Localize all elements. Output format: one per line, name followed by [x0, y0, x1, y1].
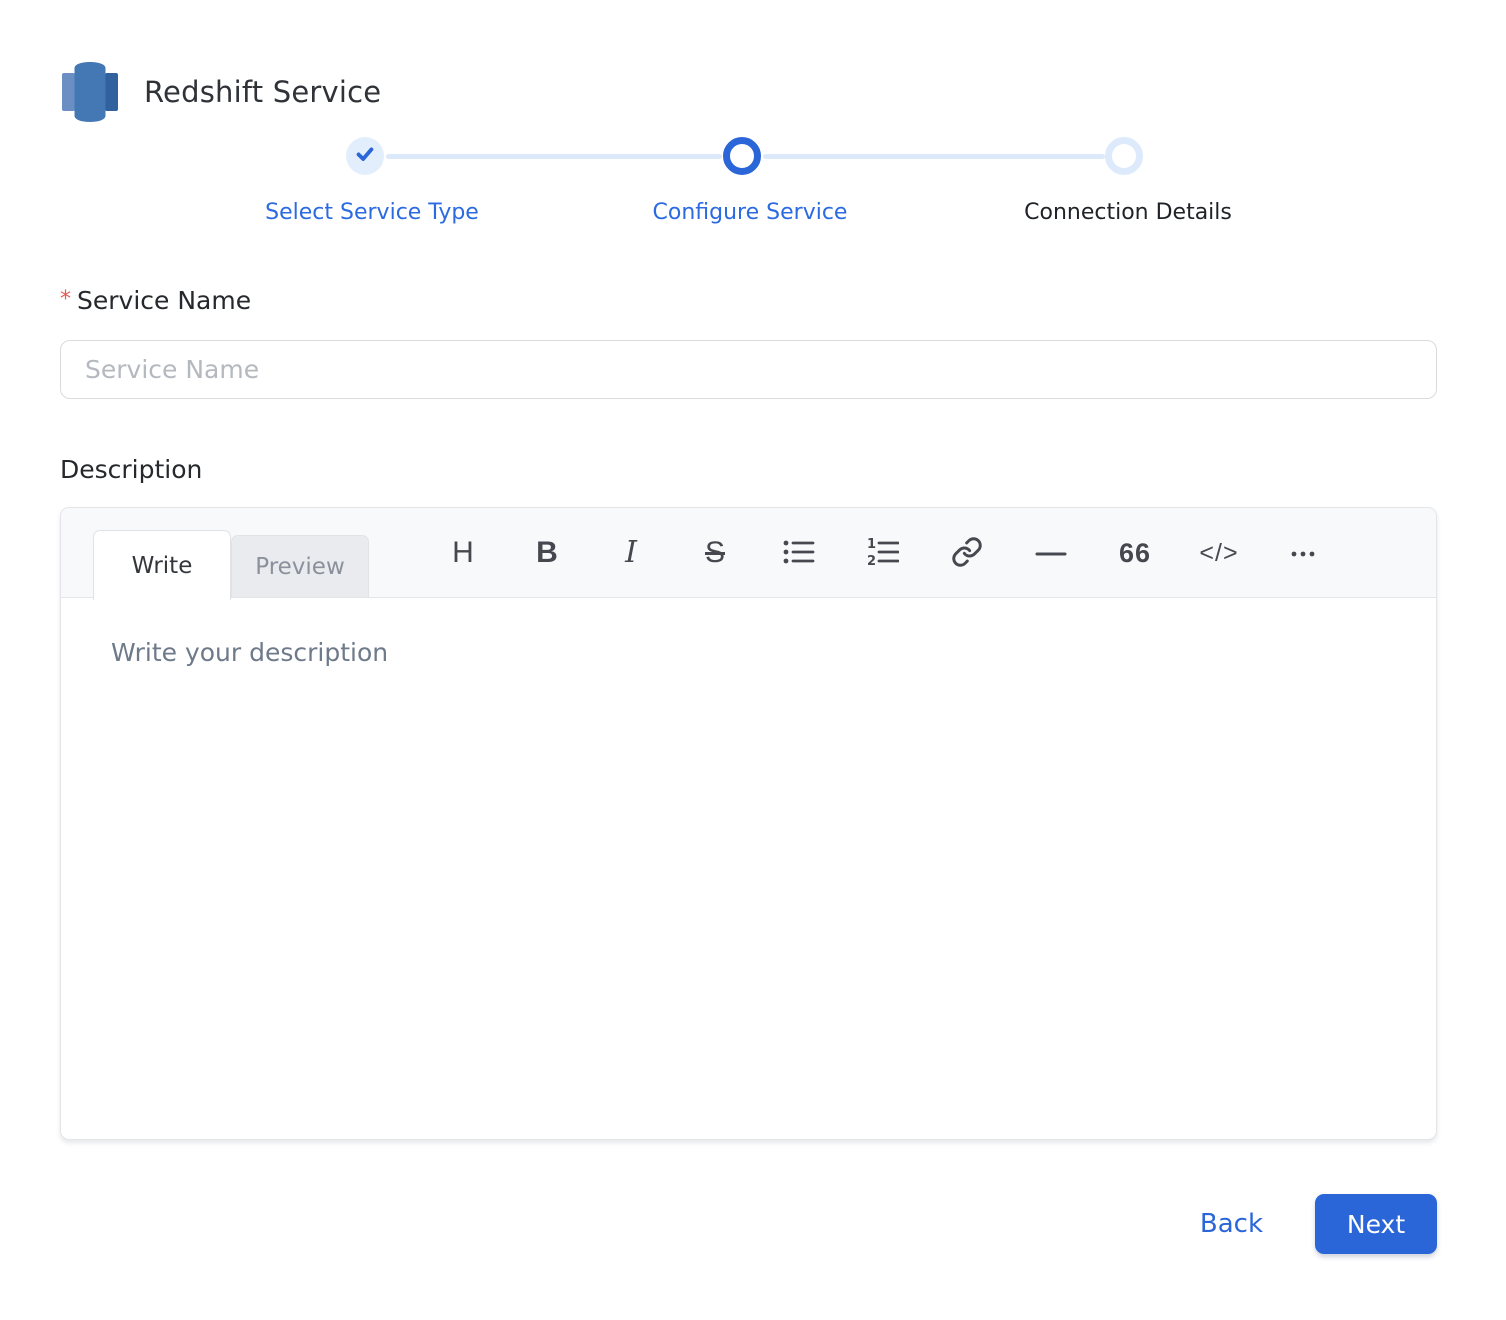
more-options-icon — [1287, 546, 1319, 561]
step-label-select-service-type: Select Service Type — [265, 200, 479, 225]
step-indicator-configure-service — [723, 137, 761, 175]
heading-icon: H — [452, 538, 474, 568]
svg-text:2: 2 — [867, 554, 876, 566]
wizard-actions: Back Next — [60, 1194, 1437, 1254]
service-name-label-text: Service Name — [77, 286, 251, 315]
step-label-configure-service: Configure Service — [653, 200, 848, 225]
more-options-button[interactable] — [1286, 532, 1320, 574]
horizontal-rule-icon — [1035, 546, 1067, 561]
next-button[interactable]: Next — [1315, 1194, 1437, 1254]
ordered-list-button[interactable]: 1 2 — [866, 532, 900, 574]
code-icon: </> — [1199, 541, 1238, 566]
italic-button[interactable]: I — [614, 532, 648, 574]
editor-tools: H B I S — [446, 532, 1320, 574]
code-button[interactable]: </> — [1202, 532, 1236, 574]
strikethrough-icon: S — [705, 538, 725, 568]
step-indicator-select-service-type — [346, 137, 384, 175]
editor-toolbar: Write Preview H B I S — [61, 508, 1436, 598]
italic-icon: I — [625, 538, 637, 568]
stepper-connector — [763, 154, 1105, 159]
service-name-label: *Service Name — [60, 286, 1437, 315]
bold-icon: B — [536, 538, 558, 568]
bold-button[interactable]: B — [530, 532, 564, 574]
check-icon — [354, 143, 376, 169]
horizontal-rule-button[interactable] — [1034, 532, 1068, 574]
link-icon — [951, 536, 983, 571]
description-textarea[interactable] — [61, 598, 1436, 1140]
editor-tabs: Write Preview — [93, 530, 369, 597]
back-button[interactable]: Back — [1200, 1209, 1263, 1239]
description-label: Description — [60, 455, 1437, 484]
quote-icon: 66 — [1119, 540, 1151, 567]
strikethrough-button[interactable]: S — [698, 532, 732, 574]
unordered-list-button[interactable] — [782, 532, 816, 574]
stepper-connector — [386, 154, 722, 159]
link-button[interactable] — [950, 532, 984, 574]
description-editor: Write Preview H B I S — [60, 507, 1437, 1140]
service-name-input[interactable] — [60, 340, 1437, 399]
stepper: Select Service Type Configure Service Co… — [0, 137, 1506, 232]
unordered-list-icon — [783, 538, 815, 569]
step-label-connection-details: Connection Details — [1024, 200, 1232, 225]
editor-body — [61, 598, 1436, 1140]
redshift-logo-icon — [60, 60, 120, 124]
quote-button[interactable]: 66 — [1118, 532, 1152, 574]
page-header: Redshift Service — [60, 0, 1437, 124]
svg-text:1: 1 — [867, 538, 876, 552]
page-title: Redshift Service — [144, 75, 381, 109]
preview-tab[interactable]: Preview — [231, 535, 369, 597]
required-marker: * — [60, 287, 71, 312]
ordered-list-icon: 1 2 — [867, 538, 899, 569]
step-indicator-connection-details — [1105, 137, 1143, 175]
heading-button[interactable]: H — [446, 532, 480, 574]
configure-service-page: Redshift Service Select Service Type Con… — [0, 0, 1506, 1320]
write-tab[interactable]: Write — [93, 530, 231, 600]
